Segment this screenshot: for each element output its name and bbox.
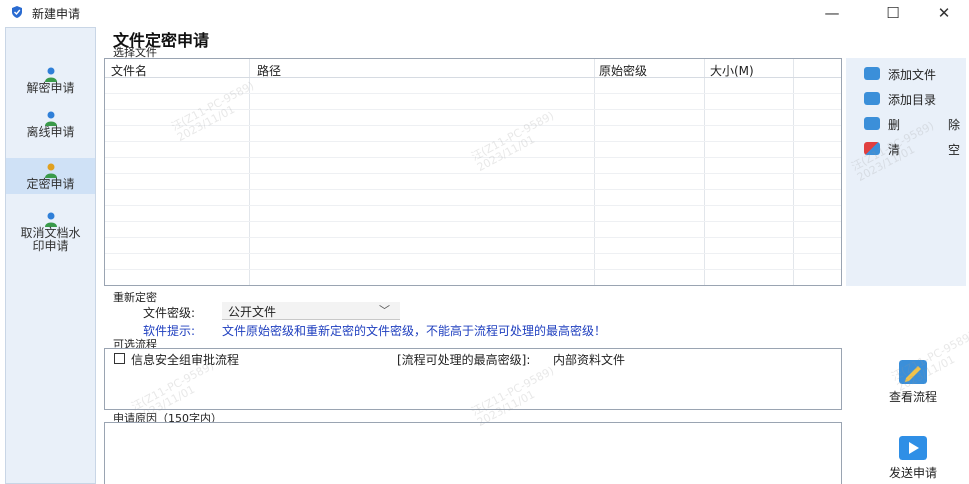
sidebar-item-decrypt[interactable]: 解密申请 xyxy=(6,66,95,100)
window-title: 新建申请 xyxy=(32,7,81,21)
reclassify-section-label: 重新定密 xyxy=(113,291,157,304)
sidebar-item-classify[interactable]: 定密申请 xyxy=(6,158,95,194)
close-button[interactable]: ✕ xyxy=(921,0,967,26)
title-bar: 新建申请 — ☐ ✕ xyxy=(0,0,969,26)
user-icon xyxy=(44,111,57,126)
sidebar-item-label-line2: 印申请 xyxy=(32,239,69,253)
flow-checkbox[interactable] xyxy=(114,353,125,364)
minimize-button[interactable]: — xyxy=(809,0,855,26)
chevron-down-icon: ﹀ xyxy=(379,304,390,317)
sidebar-item-remove-watermark[interactable]: 取消文档水 印申请 xyxy=(6,211,95,257)
app-shield-icon xyxy=(12,6,22,18)
flow-name[interactable]: 信息安全组审批流程 xyxy=(131,351,239,368)
add-file-icon xyxy=(864,67,880,80)
sidebar-item-offline[interactable]: 离线申请 xyxy=(6,110,95,144)
add-file-button[interactable]: 添加文件 xyxy=(864,64,960,84)
add-directory-button[interactable]: 添加目录 xyxy=(864,89,960,109)
file-table[interactable]: 文件名 路径 原始密级 大小(M) xyxy=(104,58,842,286)
user-icon xyxy=(44,212,57,227)
column-header-filename[interactable]: 文件名 xyxy=(111,62,147,79)
add-folder-icon xyxy=(864,92,880,105)
sidebar-item-label: 解密申请 xyxy=(26,81,75,95)
delete-icon xyxy=(864,117,880,130)
delete-button[interactable]: 删 除 xyxy=(864,114,960,134)
send-arrow-icon xyxy=(899,436,927,460)
hint-text: 文件原始密级和重新定密的文件密级，不能高于流程可处理的最高密级！ xyxy=(222,324,607,338)
flow-max-level-value: 内部资料文件 xyxy=(553,353,626,367)
file-actions-panel: 添加文件 添加目录 删 除 清 空 xyxy=(846,58,966,286)
view-flow-button[interactable]: 查看流程 xyxy=(880,360,946,405)
flow-max-level-label: [流程可处理的最高密级]: xyxy=(397,353,531,367)
send-request-button[interactable]: 发送申请 xyxy=(880,436,946,481)
level-label: 文件密级: xyxy=(143,306,196,320)
maximize-button[interactable]: ☐ xyxy=(870,0,916,26)
column-header-original-level[interactable]: 原始密级 xyxy=(599,62,647,79)
column-header-size[interactable]: 大小(M) xyxy=(710,62,754,79)
sidebar-item-label: 定密申请 xyxy=(26,177,75,191)
user-icon xyxy=(44,163,57,178)
flow-list: 信息安全组审批流程 [流程可处理的最高密级]: 内部资料文件 xyxy=(104,348,842,410)
classification-level-select[interactable]: 公开文件 ﹀ xyxy=(222,302,400,320)
clear-button[interactable]: 清 空 xyxy=(864,139,960,159)
column-header-path[interactable]: 路径 xyxy=(257,62,281,79)
sidebar-item-label: 离线申请 xyxy=(26,125,75,139)
sidebar: 解密申请 离线申请 定密申请 取消文档水 印申请 xyxy=(5,27,96,484)
reason-textarea[interactable] xyxy=(104,422,842,484)
selected-level: 公开文件 xyxy=(228,305,277,319)
clear-icon xyxy=(864,142,880,155)
user-icon xyxy=(44,67,57,82)
pen-icon xyxy=(899,360,927,384)
